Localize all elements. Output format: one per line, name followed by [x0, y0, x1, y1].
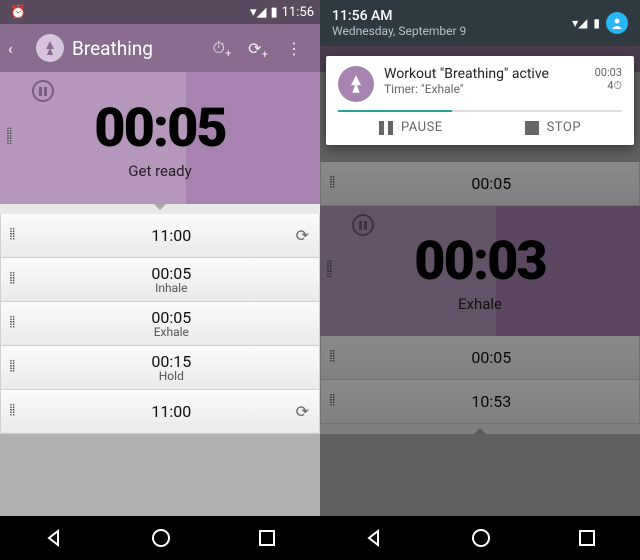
loop-icon: ⟳ — [296, 402, 309, 421]
status-time: 11:56 — [282, 5, 314, 20]
drag-handle-icon[interactable]: ⠿⠿ — [9, 231, 16, 241]
panel-date: Wednesday, September 9 — [332, 24, 466, 38]
notification-count: 4⏱ — [595, 79, 622, 93]
hero-time: 00:05 — [94, 97, 225, 160]
interval-row[interactable]: ⠿⠿00:15Hold — [0, 346, 320, 390]
hero-label: Get ready — [128, 162, 191, 180]
drag-handle-icon[interactable]: ⠿⠿ — [9, 275, 16, 285]
notification-elapsed: 00:03 — [595, 66, 622, 79]
stop-icon — [525, 121, 539, 135]
nav-home-icon[interactable] — [470, 527, 492, 549]
nav-back-icon[interactable] — [363, 527, 385, 549]
notification-title: Workout "Breathing" active — [384, 66, 585, 82]
notification-app-icon — [338, 66, 374, 102]
screen-left: ⏰ ▾◢ ▮ 11:56 ‹ Breathing ⏱₊ ⟳₊ ⋮ ⠿⠿⠿ 00:… — [0, 0, 320, 560]
row-time: 11:00 — [24, 226, 319, 245]
panel-time: 11:56 AM — [332, 8, 466, 24]
nav-recent-icon[interactable] — [257, 528, 277, 548]
interval-row[interactable]: ⠿⠿ 11:00⟳ — [0, 214, 320, 258]
timer-hero[interactable]: ⠿⠿⠿ 00:05 Get ready — [0, 72, 320, 204]
nav-bar — [0, 516, 320, 560]
interval-row[interactable]: ⠿⠿00:05Inhale — [0, 258, 320, 302]
drag-handle-icon[interactable]: ⠿⠿ — [9, 363, 16, 373]
notification-card[interactable]: Workout "Breathing" active Timer: "Exhal… — [326, 56, 634, 145]
nav-bar — [320, 516, 640, 560]
drag-handle-icon[interactable]: ⠿⠿ — [9, 319, 16, 329]
add-alarm-icon[interactable]: ⏱₊ — [204, 38, 240, 58]
screen-right: ⠿⠿00:05 ⠿⠿⠿ 00:03 Exhale ⠿⠿00:05⠿⠿10:53 … — [320, 0, 640, 560]
row-label: Hold — [24, 369, 319, 383]
notification-panel-header[interactable]: 11:56 AM Wednesday, September 9 ▾◢ ▮ — [320, 0, 640, 46]
pause-badge-icon[interactable] — [32, 80, 54, 102]
loop-icon: ⟳ — [296, 226, 309, 245]
interval-row[interactable]: ⠿⠿00:05Exhale — [0, 302, 320, 346]
app-bar: ‹ Breathing ⏱₊ ⟳₊ ⋮ — [0, 24, 320, 72]
drag-handle-icon[interactable]: ⠿⠿⠿ — [6, 131, 13, 146]
pause-button[interactable]: PAUSE — [379, 120, 443, 135]
row-time: 11:00 — [24, 402, 319, 421]
row-label: Exhale — [24, 325, 319, 339]
user-avatar-icon[interactable] — [606, 12, 628, 34]
overflow-icon[interactable]: ⋮ — [276, 39, 312, 58]
interval-row[interactable]: ⠿⠿ 11:00⟳ — [0, 390, 320, 434]
nav-back-icon[interactable] — [43, 527, 65, 549]
row-label: Inhale — [24, 281, 319, 295]
notification-subtitle: Timer: "Exhale" — [384, 82, 585, 96]
battery-icon: ▮ — [270, 5, 277, 20]
caret-down-icon — [0, 204, 320, 214]
app-logo-icon — [36, 34, 64, 62]
nav-home-icon[interactable] — [150, 527, 172, 549]
status-bar: ⏰ ▾◢ ▮ 11:56 — [0, 0, 320, 24]
pause-icon — [379, 121, 393, 135]
stop-button[interactable]: STOP — [525, 120, 581, 135]
notification-progress — [338, 110, 622, 112]
drag-handle-icon[interactable]: ⠿⠿ — [9, 407, 16, 417]
battery-icon: ▮ — [593, 16, 600, 30]
back-icon[interactable]: ‹ — [8, 39, 28, 58]
alarm-icon: ⏰ — [10, 5, 26, 20]
wifi-icon: ▾◢ — [250, 5, 267, 20]
loop-icon[interactable]: ⟳₊ — [240, 39, 276, 58]
page-title: Breathing — [72, 37, 204, 60]
nav-recent-icon[interactable] — [577, 528, 597, 548]
wifi-icon: ▾◢ — [572, 16, 587, 30]
